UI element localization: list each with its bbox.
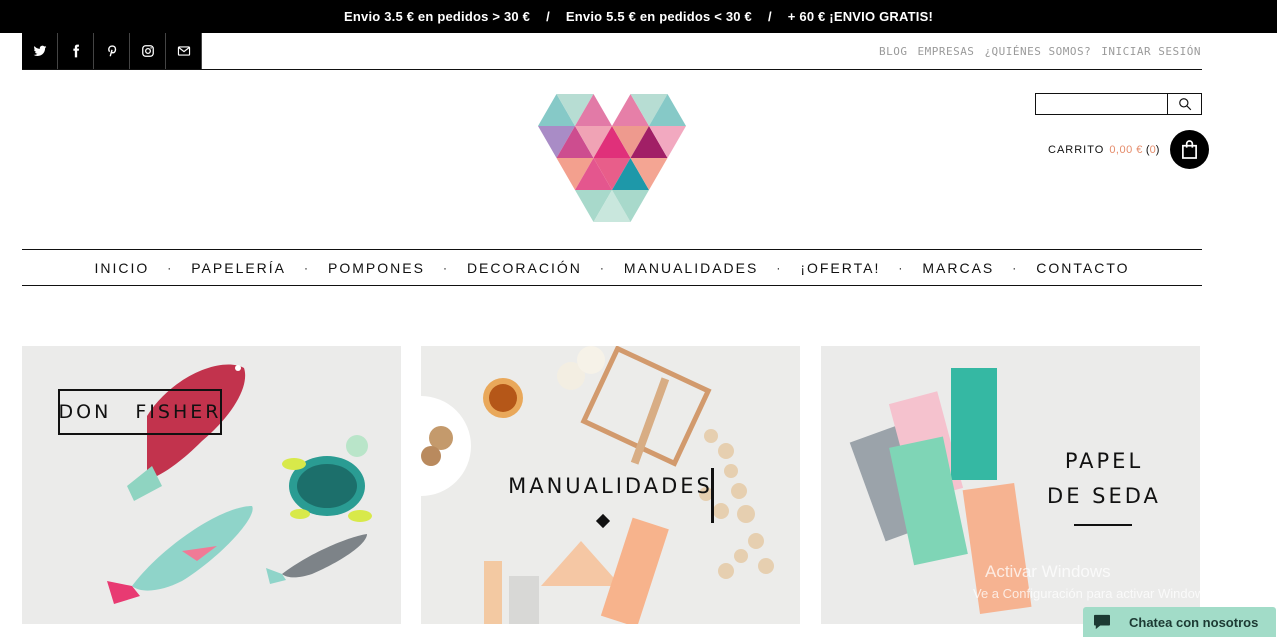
pinterest-icon[interactable] <box>94 33 130 69</box>
separator: / <box>767 9 772 24</box>
email-icon[interactable] <box>166 33 202 69</box>
header-divider <box>22 69 1202 70</box>
cart-summary[interactable]: CARRITO 0,00 € (0) <box>1048 130 1210 169</box>
chat-label: Chatea con nosotros <box>1129 614 1259 630</box>
twitter-icon[interactable] <box>22 33 58 69</box>
nav-contacto[interactable]: CONTACTO <box>1036 260 1129 276</box>
fish-toys-image <box>22 346 401 624</box>
nav-oferta[interactable]: ¡OFERTA! <box>800 260 880 276</box>
title-underline <box>1074 524 1132 526</box>
windows-watermark-text: Ve a Configuración para activar Windows. <box>973 586 1215 601</box>
search-button[interactable] <box>1168 94 1201 114</box>
shipping-info-1: Envio 3.5 € en pedidos > 30 € <box>344 9 531 24</box>
nav-inicio[interactable]: INICIO <box>94 260 149 276</box>
de-seda-label: DE SEDA <box>1047 484 1161 508</box>
shipping-info-3: + 60 € ¡ENVIO GRATIS! <box>787 9 933 24</box>
shipping-info-2: Envio 5.5 € en pedidos < 30 € <box>565 9 752 24</box>
manualidades-label: MANUALIDADES <box>508 474 713 498</box>
facebook-icon[interactable] <box>58 33 94 69</box>
cart-button[interactable] <box>1170 130 1210 169</box>
nav-bottom-border <box>22 285 1202 286</box>
search-box <box>1035 93 1202 115</box>
search-input[interactable] <box>1036 94 1168 114</box>
social-links <box>22 33 202 69</box>
shopping-bag-icon <box>1182 140 1198 159</box>
instagram-icon[interactable] <box>130 33 166 69</box>
login-link[interactable]: INICIAR SESIÓN <box>1101 45 1201 58</box>
separator: / <box>546 9 550 24</box>
don-fisher-logo: DON FISHER <box>58 381 222 443</box>
nav-pompones[interactable]: POMPONES <box>328 260 425 276</box>
nav-papeleria[interactable]: PAPELERÍA <box>191 260 286 276</box>
main-nav: INICIO · PAPELERÍA · POMPONES · DECORACIÓN ·… <box>94 259 1130 276</box>
nav-manualidades[interactable]: MANUALIDADES <box>624 260 758 276</box>
nav-decoracion[interactable]: DECORACIÓN <box>467 260 582 276</box>
empresas-link[interactable]: EMPRESAS <box>917 45 974 58</box>
papel-label: PAPEL <box>1064 449 1144 473</box>
blog-link[interactable]: BLOG <box>879 45 908 58</box>
cart-total: 0,00 € <box>1109 143 1143 156</box>
promo-tile-don-fisher[interactable]: DON FISHER <box>22 346 401 624</box>
cart-count: (0) <box>1145 143 1160 156</box>
windows-watermark-title: Activar Windows <box>985 562 1111 581</box>
quienes-somos-link[interactable]: ¿QUIÉNES SOMOS? <box>984 45 1091 58</box>
shipping-announcement-bar: Envio 3.5 € en pedidos > 30 € / Envio 5.… <box>0 0 1277 33</box>
chat-widget-button[interactable]: Chatea con nosotros <box>1083 607 1276 637</box>
cart-label: CARRITO <box>1048 143 1105 156</box>
top-links: BLOG EMPRESAS ¿QUIÉNES SOMOS? INICIAR SE… <box>879 45 1201 58</box>
nav-marcas[interactable]: MARCAS <box>922 260 994 276</box>
promo-tile-manualidades[interactable]: MANUALIDADES <box>421 346 800 624</box>
promo-tile-papel-de-seda[interactable]: PAPEL DE SEDA <box>821 346 1200 624</box>
chat-bubble-icon <box>1094 614 1110 630</box>
heart-logo[interactable] <box>538 94 686 222</box>
search-icon <box>1178 98 1191 111</box>
